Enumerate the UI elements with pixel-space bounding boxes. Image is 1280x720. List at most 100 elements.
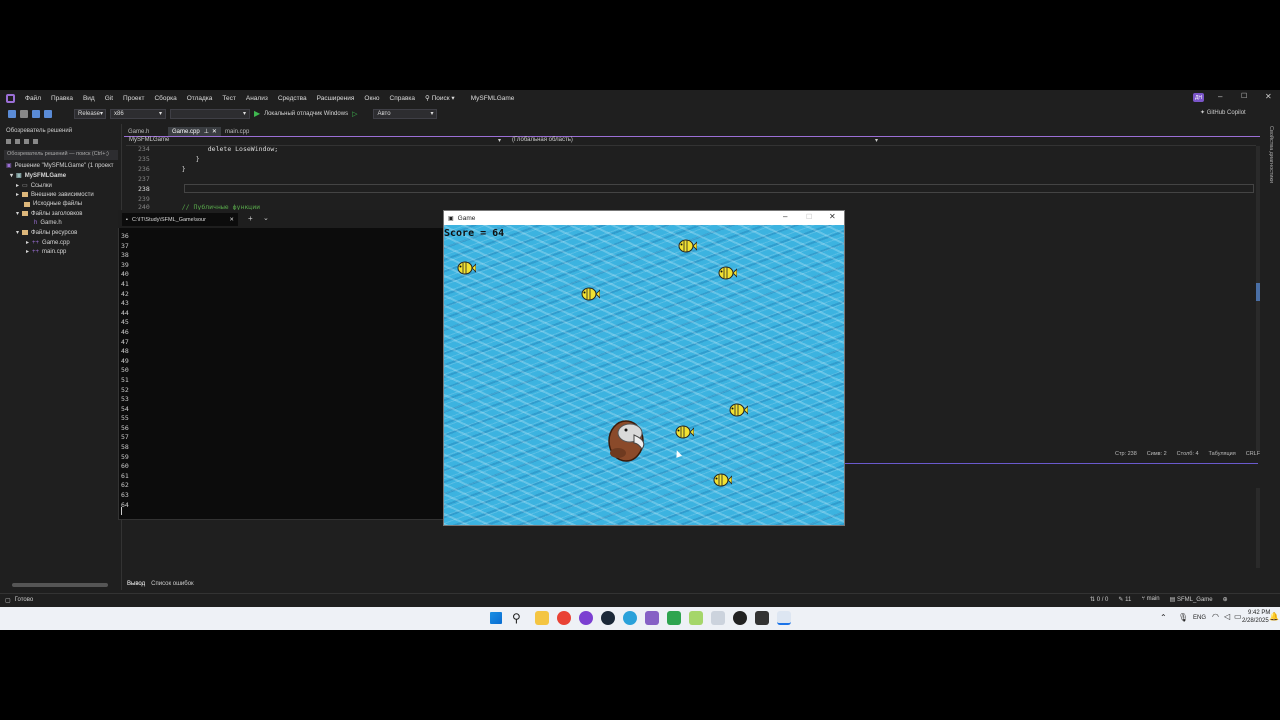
play-outline-icon[interactable]: ▷ (352, 110, 357, 118)
solution-search-input[interactable]: Обозреватель решений — поиск (Ctrl+;) (4, 150, 118, 160)
save-icon[interactable] (32, 109, 40, 118)
language-indicator[interactable]: ENG (1193, 615, 1206, 621)
visual-studio-icon[interactable] (645, 611, 659, 625)
notification-icon[interactable]: ⊕ (1223, 596, 1228, 603)
code-line[interactable]: 234 delete LoseWindow; (138, 145, 278, 153)
tree-item-project[interactable]: ▾ ▣ MySFMLGame (10, 172, 66, 180)
steam-icon[interactable] (601, 611, 615, 625)
file-explorer-icon[interactable] (535, 611, 549, 625)
clock-time[interactable]: 9:42 PM (1248, 610, 1270, 616)
menu-tools[interactable]: Средства (273, 95, 312, 102)
new-tab-button[interactable]: + (248, 214, 253, 223)
terminal-app-icon[interactable] (755, 611, 769, 625)
notepad-icon[interactable] (711, 611, 725, 625)
battery-icon[interactable]: ▭ (1234, 612, 1242, 621)
maximize-button[interactable]: ☐ (1241, 92, 1247, 100)
menu-window[interactable]: Окно (359, 95, 384, 102)
tab-game-h[interactable]: Game.h (124, 127, 153, 136)
microphone-icon[interactable]: 🎙 (1178, 613, 1188, 622)
tree-item-game-h[interactable]: h Game.h (34, 220, 62, 226)
game-app-icon[interactable] (733, 611, 747, 625)
avatar[interactable]: ДН (1193, 93, 1204, 102)
side-properties-tab[interactable]: Свойства диагностики (1266, 126, 1274, 206)
auto-select[interactable]: Авто ▾ (373, 108, 438, 119)
tree-item-references[interactable]: ▸ ▭ Ссылки (16, 182, 52, 190)
menu-build[interactable]: Сборка (149, 95, 181, 102)
tab-game-cpp[interactable]: Game.cpp ⊥ ✕ (168, 127, 221, 136)
game-maximize-button[interactable]: ☐ (806, 213, 812, 221)
horizontal-scrollbar[interactable] (12, 583, 108, 587)
obs-icon[interactable] (579, 611, 593, 625)
repo-status[interactable]: ▤ SFML_Game (1170, 596, 1213, 603)
tab-output[interactable]: Вывод (127, 581, 145, 587)
menu-file[interactable]: Файл (20, 95, 46, 102)
tree-item-game-cpp[interactable]: ▸ ++ Game.cpp (26, 239, 70, 247)
sfml-game-icon[interactable] (777, 611, 791, 625)
menu-view[interactable]: Вид (78, 95, 100, 102)
close-icon[interactable]: ✕ (229, 217, 238, 223)
close-icon[interactable]: ✕ (212, 128, 217, 135)
terminal-tab[interactable]: ▪ C:\IT\Study\SFML_Game\sour ✕ (122, 213, 238, 226)
telegram-icon[interactable] (623, 611, 637, 625)
menu-debug[interactable]: Отладка (182, 95, 218, 102)
windows-start-icon[interactable] (490, 612, 502, 624)
config-select[interactable]: Release ▾ (74, 108, 106, 119)
play-icon[interactable]: ▶ (254, 109, 260, 118)
tree-item-resource-files[interactable]: ▾ Файлы ресурсов (16, 229, 77, 237)
tray-chevron-icon[interactable]: ⌃ (1160, 613, 1167, 622)
back-icon[interactable] (8, 109, 16, 118)
close-button[interactable]: ✕ (1265, 92, 1272, 101)
code-line[interactable]: 239 (138, 195, 150, 203)
menu-analyze[interactable]: Анализ (241, 95, 273, 102)
menu-project[interactable]: Проект (118, 95, 149, 102)
game-minimize-button[interactable]: – (783, 212, 787, 221)
app-icon[interactable] (689, 611, 703, 625)
debug-target-button[interactable]: Локальный отладчик Windows (264, 111, 348, 117)
minimize-button[interactable]: – (1218, 92, 1222, 101)
chrome-icon[interactable] (557, 611, 571, 625)
scope-project-select[interactable]: MySFMLGame ▾ (129, 137, 501, 144)
chevron-down-icon[interactable]: ⌄ (263, 214, 269, 222)
search-icon[interactable]: ⚲ (512, 611, 526, 625)
collapse-icon[interactable] (24, 139, 29, 144)
volume-icon[interactable]: ◁ (1224, 612, 1230, 621)
changes-status[interactable]: ✎ 11 (1118, 596, 1131, 603)
properties-icon[interactable] (33, 139, 38, 144)
platform-select[interactable]: x86 ▾ (110, 108, 166, 119)
startup-select[interactable]: ▾ (170, 108, 250, 119)
tab-error-list[interactable]: Список ошибок (151, 581, 194, 587)
output-vertical-scrollbar[interactable] (1256, 488, 1260, 568)
menu-extensions[interactable]: Расширения (312, 95, 360, 102)
menu-git[interactable]: Git (100, 95, 118, 102)
menu-edit[interactable]: Правка (46, 95, 78, 102)
tree-item-main-cpp[interactable]: ▸ ++ main.cpp (26, 248, 66, 256)
pin-icon[interactable]: ⊥ (204, 128, 209, 135)
scope-global-select[interactable]: (Глобальная область) ▾ (512, 137, 878, 144)
notifications-icon[interactable]: 🔔 (1269, 612, 1279, 621)
menu-help[interactable]: Справка (385, 95, 421, 102)
tabs-status[interactable]: Табуляция (1209, 451, 1236, 457)
tree-item-source-files[interactable]: Исходные файлы (16, 201, 82, 207)
game-close-button[interactable]: ✕ (829, 212, 836, 221)
new-file-icon[interactable] (20, 109, 28, 118)
clock-date[interactable]: 2/28/2025 (1242, 618, 1269, 624)
copilot-button[interactable]: ✦ GitHub Copilot (1200, 109, 1246, 116)
search-menu[interactable]: ⚲ Поиск ▾ (420, 94, 460, 102)
home-icon[interactable] (6, 139, 11, 144)
branch-status[interactable]: ⑂ main (1141, 596, 1159, 603)
tree-item-solution[interactable]: ▣ Решение "MySFMLGame" (1 проект (6, 162, 114, 170)
save-all-icon[interactable] (44, 109, 52, 118)
game-canvas[interactable]: Score = 64 (444, 225, 844, 525)
xbox-icon[interactable] (667, 611, 681, 625)
code-line[interactable]: 238 (138, 185, 150, 193)
tree-item-header-files[interactable]: ▾ Файлы заголовков (16, 210, 82, 218)
code-line[interactable]: 236} (138, 165, 186, 173)
code-line[interactable]: 237 (138, 175, 150, 183)
tree-item-external-deps[interactable]: ▸ Внешние зависимости (16, 191, 94, 199)
sync-icon[interactable] (15, 139, 20, 144)
eol-status[interactable]: CRLF (1246, 451, 1260, 457)
code-line[interactable]: 235} (138, 155, 200, 163)
terminal-window[interactable] (118, 210, 446, 520)
tab-main-cpp[interactable]: main.cpp (221, 127, 253, 136)
sync-status[interactable]: ⇅ 0 / 0 (1090, 596, 1108, 603)
